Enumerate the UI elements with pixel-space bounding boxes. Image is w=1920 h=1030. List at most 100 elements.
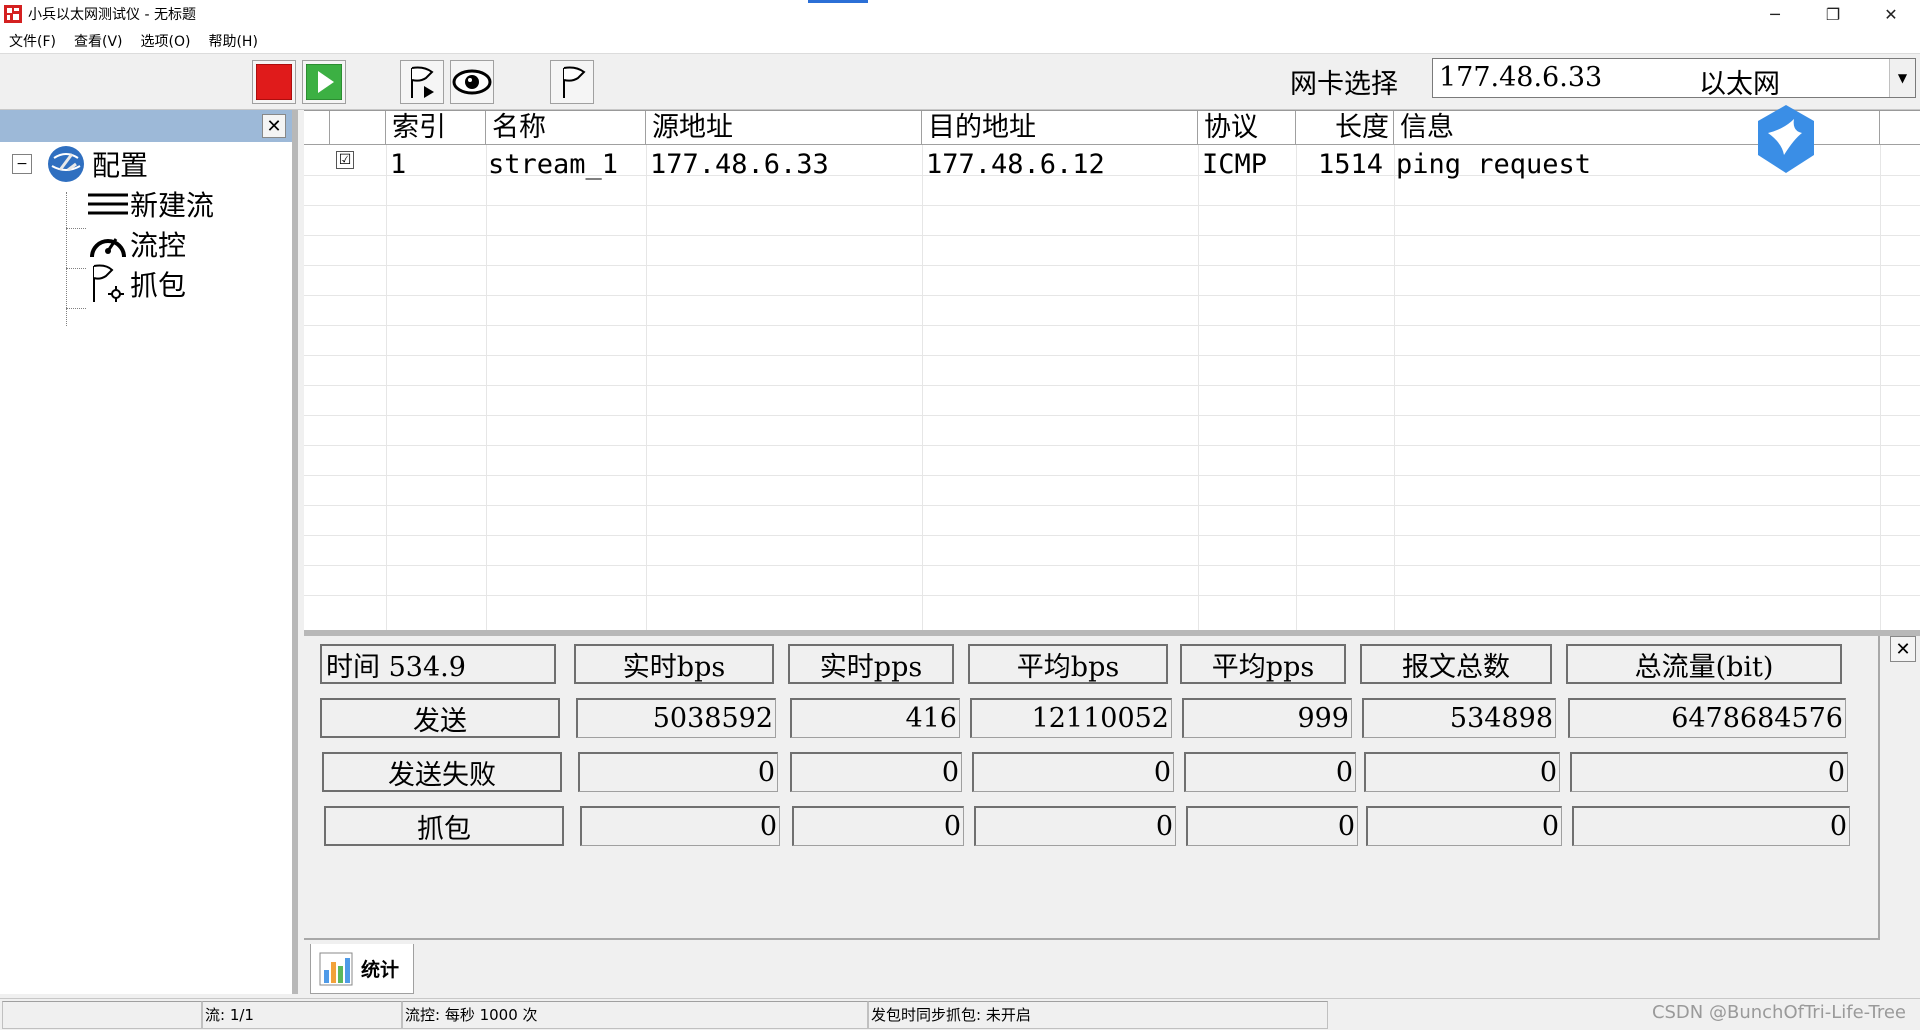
status-flow-control: 流控: 每秒 1000 次 bbox=[402, 1001, 868, 1029]
view-button[interactable] bbox=[450, 60, 494, 104]
play-icon bbox=[306, 64, 342, 100]
stat-value: 0 bbox=[1184, 752, 1356, 792]
flag-play-icon bbox=[411, 66, 434, 98]
restore-button[interactable]: ❐ bbox=[1804, 0, 1862, 28]
stat-value: 0 bbox=[1186, 806, 1358, 846]
col-header: 平均pps bbox=[1180, 644, 1346, 684]
config-panel: ✕ − 配置 新建流 流控 抓包 bbox=[0, 110, 298, 994]
menu-file[interactable]: 文件(F) bbox=[0, 31, 65, 51]
close-window-button[interactable]: ✕ bbox=[1862, 0, 1920, 28]
stat-value: 0 bbox=[1366, 806, 1562, 846]
col-header: 实时bps bbox=[574, 644, 774, 684]
window-controls: ─ ❐ ✕ bbox=[1746, 0, 1920, 28]
tree-connector bbox=[66, 268, 86, 269]
nic-select-label: 网卡选择 bbox=[1290, 69, 1398, 100]
flag-icon bbox=[563, 66, 586, 98]
window-title: 小兵以太网测试仪 - 无标题 bbox=[28, 7, 196, 23]
dropdown-arrow-icon[interactable]: ▼ bbox=[1889, 59, 1915, 97]
tree-connector bbox=[66, 308, 86, 309]
cell-src: 177.48.6.33 bbox=[650, 149, 829, 180]
stat-value: 0 bbox=[1364, 752, 1560, 792]
stat-value: 0 bbox=[790, 752, 962, 792]
stat-value: 534898 bbox=[1362, 698, 1556, 738]
bottom-tab-bar: 统计 bbox=[304, 940, 1920, 994]
tree-label-flow-control: 流控 bbox=[130, 229, 187, 262]
tree-connector bbox=[66, 228, 86, 229]
title-bar: 小兵以太网测试仪 - 无标题 ─ ❐ ✕ bbox=[0, 0, 1920, 28]
header-protocol[interactable]: 协议 bbox=[1198, 111, 1296, 145]
status-flows: 流: 1/1 bbox=[202, 1001, 402, 1029]
stop-icon bbox=[256, 64, 292, 100]
stats-panel: 时间 534.9 实时bps 实时pps 平均bps 平均pps 报文总数 总流… bbox=[304, 636, 1880, 940]
header-blank-end bbox=[1880, 111, 1920, 145]
flag-gear-icon bbox=[93, 264, 124, 302]
stop-button[interactable] bbox=[252, 60, 296, 104]
status-segment bbox=[2, 1001, 202, 1029]
list-lines-icon bbox=[88, 193, 128, 215]
nic-ip: 177.48.6.33 bbox=[1439, 62, 1603, 93]
menu-bar: 文件(F) 查看(V) 选项(O) 帮助(H) bbox=[0, 28, 1920, 54]
tree-label-config: 配置 bbox=[92, 149, 149, 182]
cell-dst: 177.48.6.12 bbox=[926, 149, 1105, 180]
tree-item-new-stream[interactable]: 新建流 bbox=[88, 184, 214, 224]
stat-value: 0 bbox=[1570, 752, 1848, 792]
close-stats-button[interactable]: ✕ bbox=[1890, 636, 1916, 662]
tree-connector bbox=[66, 192, 67, 326]
stream-checkbox[interactable]: ☑ bbox=[336, 151, 354, 169]
menu-view[interactable]: 查看(V) bbox=[65, 31, 132, 51]
eye-icon bbox=[452, 69, 492, 95]
menu-options[interactable]: 选项(O) bbox=[132, 31, 200, 51]
close-panel-button[interactable]: ✕ bbox=[262, 114, 286, 138]
header-src[interactable]: 源地址 bbox=[646, 111, 922, 145]
minimize-button[interactable]: ─ bbox=[1746, 0, 1804, 28]
nic-select[interactable]: 177.48.6.33 以太网 ▼ bbox=[1432, 58, 1916, 100]
row-label-send: 发送 bbox=[320, 698, 560, 738]
tab-stats-label: 统计 bbox=[361, 959, 400, 981]
tree-label-new-stream: 新建流 bbox=[130, 189, 215, 222]
time-display: 时间 534.9 bbox=[320, 644, 556, 684]
col-header: 实时pps bbox=[788, 644, 954, 684]
app-logo-icon bbox=[4, 5, 22, 23]
speedometer-icon bbox=[90, 238, 126, 258]
cell-protocol: ICMP bbox=[1202, 149, 1268, 180]
table-body: ☑ 1 stream_1 177.48.6.33 177.48.6.12 ICM… bbox=[304, 145, 1920, 631]
collapse-toggle[interactable]: − bbox=[12, 154, 32, 174]
tree-item-capture[interactable]: 抓包 bbox=[88, 264, 186, 304]
row-label-send-failed: 发送失败 bbox=[322, 752, 562, 792]
stat-value: 0 bbox=[578, 752, 778, 792]
title-accent-bar bbox=[808, 0, 868, 3]
capture-start-button[interactable] bbox=[400, 60, 444, 104]
header-dst[interactable]: 目的地址 bbox=[922, 111, 1198, 145]
stat-value: 0 bbox=[974, 806, 1176, 846]
stat-value: 12110052 bbox=[970, 698, 1172, 738]
row-label-capture: 抓包 bbox=[324, 806, 564, 846]
header-length[interactable]: 长度 bbox=[1296, 111, 1394, 145]
watermark-text: CSDN @BunchOfTri-Life-Tree bbox=[1651, 1002, 1906, 1023]
cell-info: ping request bbox=[1396, 149, 1592, 180]
tree-item-flow-control[interactable]: 流控 bbox=[88, 224, 186, 264]
header-name[interactable]: 名称 bbox=[486, 111, 646, 145]
cell-name: stream_1 bbox=[488, 149, 619, 180]
header-index[interactable]: 索引 bbox=[386, 111, 486, 145]
cell-length: 1514 bbox=[1318, 149, 1384, 180]
table-header: 索引 名称 源地址 目的地址 协议 长度 信息 bbox=[304, 105, 1920, 173]
nic-type: 以太网 bbox=[1699, 69, 1780, 100]
capture-button[interactable] bbox=[550, 60, 594, 104]
menu-help[interactable]: 帮助(H) bbox=[199, 31, 266, 51]
stat-value: 416 bbox=[790, 698, 960, 738]
stat-value: 6478684576 bbox=[1568, 698, 1846, 738]
config-tree: − 配置 新建流 流控 抓包 bbox=[0, 142, 292, 992]
col-header: 报文总数 bbox=[1360, 644, 1552, 684]
col-header: 总流量(bit) bbox=[1566, 644, 1842, 684]
tree-item-config[interactable]: 配置 bbox=[46, 144, 148, 184]
tab-stats[interactable]: 统计 bbox=[310, 944, 414, 994]
table-row[interactable]: ☑ 1 stream_1 177.48.6.33 177.48.6.12 ICM… bbox=[304, 145, 1920, 180]
app-window: 小兵以太网测试仪 - 无标题 ─ ❐ ✕ 文件(F) 查看(V) 选项(O) 帮… bbox=[0, 0, 1920, 1030]
stat-value: 0 bbox=[580, 806, 780, 846]
config-globe-icon bbox=[48, 146, 84, 182]
stat-value: 0 bbox=[792, 806, 964, 846]
status-sync-capture: 发包时同步抓包: 未开启 bbox=[868, 1001, 1328, 1029]
stream-table: 索引 名称 源地址 目的地址 协议 长度 信息 ☑ 1 stream_1 177… bbox=[304, 105, 1920, 631]
start-button[interactable] bbox=[302, 60, 346, 104]
stat-value: 5038592 bbox=[576, 698, 776, 738]
